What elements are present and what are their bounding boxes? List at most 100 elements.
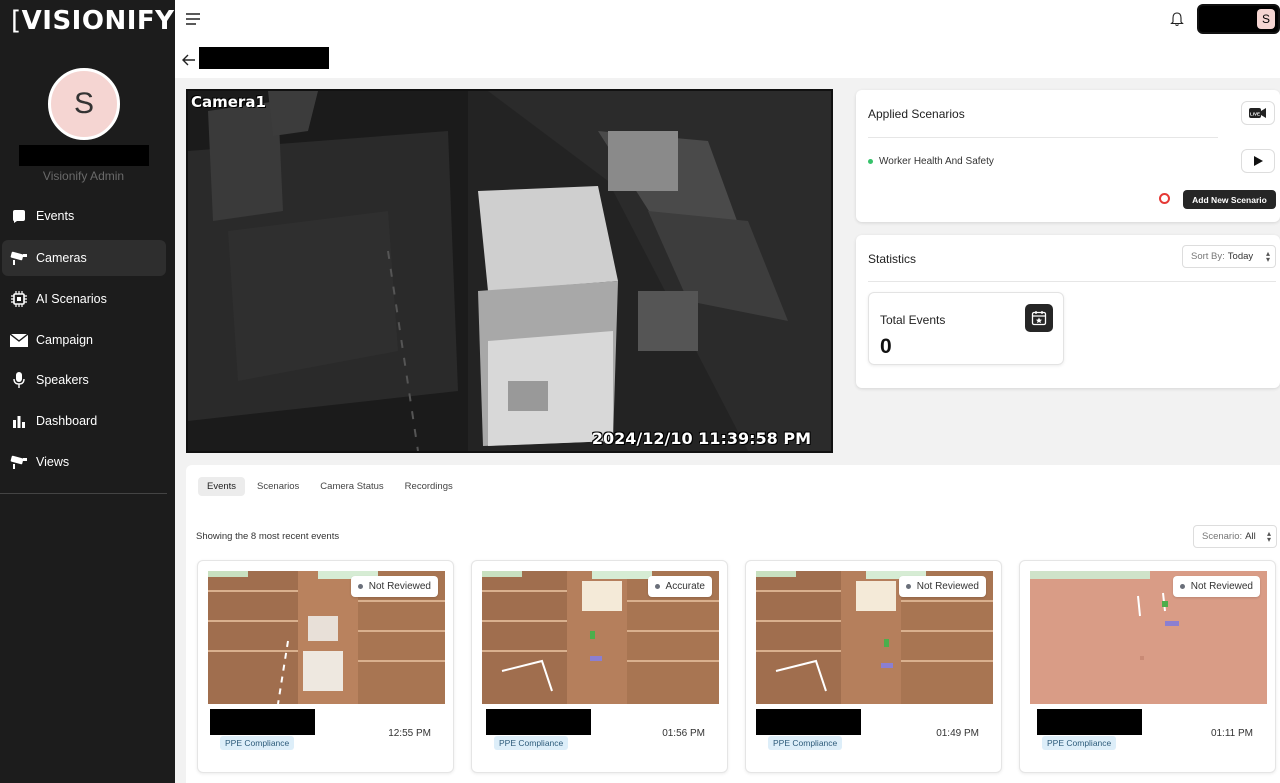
statistics-title: Statistics — [868, 252, 917, 266]
status-badge: Not Reviewed — [1172, 576, 1260, 597]
sort-by-value: Today — [1227, 251, 1254, 262]
scenario-filter-select[interactable]: Scenario: All ▴ ▾ — [1193, 525, 1277, 548]
scenario-filter-label: Scenario: — [1202, 531, 1243, 542]
event-thumbnail[interactable]: Not Reviewed — [208, 571, 445, 704]
camera-icon — [10, 249, 28, 267]
event-time: 01:11 PM — [1210, 728, 1253, 739]
camera-feed[interactable]: Camera1 2024/12/10 11:39:58 PM — [186, 89, 833, 453]
scenario-tag: PPE Compliance — [768, 736, 843, 750]
status-badge: Accurate — [647, 576, 712, 597]
back-arrow-icon[interactable] — [182, 53, 196, 66]
sidebar-item-dashboard[interactable]: Dashboard — [2, 403, 166, 439]
calendar-icon — [1025, 304, 1053, 332]
total-events-card: Total Events 0 — [868, 292, 1064, 365]
chevron-updown-icon: ▴ ▾ — [1265, 249, 1270, 264]
mail-icon — [10, 331, 28, 349]
camera-icon — [10, 453, 28, 471]
total-events-value: 0 — [880, 335, 892, 358]
events-section: Events Scenarios Camera Status Recording… — [186, 465, 1280, 783]
status-label: Not Reviewed — [1190, 581, 1253, 592]
scenario-tag: PPE Compliance — [1042, 736, 1117, 750]
user-menu-button[interactable]: S — [1197, 4, 1280, 34]
event-thumbnail[interactable]: Not Reviewed — [1030, 571, 1267, 704]
sort-by-label: Sort By: — [1191, 251, 1225, 262]
status-dot — [357, 584, 363, 589]
redacted-camera-name — [486, 709, 591, 735]
chip-icon — [10, 290, 28, 308]
event-card[interactable]: Accurate PPE Compliance 01:56 PM — [471, 560, 728, 773]
applied-scenarios-title: Applied Scenarios — [868, 107, 965, 121]
event-time: 01:49 PM — [936, 728, 979, 739]
applied-scenarios-panel: Applied Scenarios LIVE Worker Health And… — [856, 90, 1280, 222]
menu-icon[interactable] — [185, 12, 201, 26]
redacted-camera-name — [210, 709, 315, 735]
user-role: Visionify Admin — [42, 169, 125, 183]
logo-bracket-left: [ — [11, 6, 22, 36]
sidebar-item-ai-scenarios[interactable]: AI Scenarios — [2, 281, 166, 317]
event-card[interactable]: Not Reviewed PPE Compliance 01:11 PM — [1019, 560, 1276, 773]
sort-by-select[interactable]: Sort By: Today ▴ ▾ — [1182, 245, 1276, 268]
statistics-panel: Statistics Sort By: Today ▴ ▾ Total Events… — [856, 235, 1280, 388]
tab-scenarios[interactable]: Scenarios — [248, 477, 308, 496]
camera-feed-image — [188, 91, 831, 451]
total-events-label: Total Events — [880, 313, 946, 327]
divider — [868, 137, 1218, 138]
add-new-scenario-button[interactable]: Add New Scenario — [1183, 190, 1276, 209]
event-thumbnail[interactable]: Accurate — [482, 571, 719, 704]
camera-name-overlay: Camera1 — [191, 93, 266, 111]
bell-icon[interactable] — [1170, 11, 1184, 27]
sidebar-item-speakers[interactable]: Speakers — [2, 362, 166, 398]
status-dot — [1179, 584, 1185, 589]
bar-chart-icon — [10, 412, 28, 430]
sidebar-item-events[interactable]: Events — [2, 198, 166, 234]
avatar[interactable]: S — [48, 68, 120, 140]
camera-timestamp-overlay: 2024/12/10 11:39:58 PM — [591, 429, 811, 448]
status-badge: Not Reviewed — [350, 576, 438, 597]
redacted-camera-name — [756, 709, 861, 735]
scenario-item-label: Worker Health And Safety — [879, 156, 994, 167]
scenario-item[interactable]: Worker Health And Safety — [868, 156, 994, 167]
sidebar-item-label: Events — [36, 209, 75, 223]
sidebar: [VISIONIFY] S Visionify Admin Events Cam… — [0, 0, 185, 783]
sidebar-item-cameras[interactable]: Cameras — [2, 240, 166, 276]
sidebar-item-label: Dashboard — [36, 414, 98, 428]
live-view-button[interactable]: LIVE — [1241, 101, 1275, 125]
status-label: Not Reviewed — [368, 581, 431, 592]
sidebar-item-views[interactable]: Views — [2, 444, 166, 480]
sidebar-item-campaign[interactable]: Campaign — [2, 322, 166, 358]
scenario-filter-value: All — [1245, 531, 1256, 542]
live-camera-icon: LIVE — [1249, 108, 1266, 118]
user-initial: S — [1257, 9, 1275, 29]
status-dot — [654, 584, 660, 589]
event-card[interactable]: Not Reviewed PPE Compliance 12:55 PM — [197, 560, 454, 773]
divider — [868, 281, 1276, 282]
status-label: Not Reviewed — [916, 581, 979, 592]
status-label: Accurate — [665, 581, 705, 592]
redacted-camera-name — [1037, 709, 1142, 735]
scenario-status-dot — [868, 159, 873, 164]
redacted-username — [19, 145, 149, 166]
event-thumbnail[interactable]: Not Reviewed — [756, 571, 993, 704]
tab-recordings[interactable]: Recordings — [396, 477, 462, 496]
status-dot — [905, 584, 911, 589]
live-label: LIVE — [1250, 111, 1260, 116]
scenario-tag: PPE Compliance — [220, 736, 295, 750]
events-icon — [10, 207, 28, 225]
redacted-page-title — [199, 47, 329, 69]
tab-camera-status[interactable]: Camera Status — [311, 477, 392, 496]
play-icon — [1254, 156, 1263, 166]
event-time: 01:56 PM — [662, 728, 705, 739]
tab-events[interactable]: Events — [198, 477, 246, 496]
scenario-tag: PPE Compliance — [494, 736, 569, 750]
play-scenario-button[interactable] — [1241, 149, 1275, 173]
chevron-updown-icon: ▴ ▾ — [1266, 529, 1271, 544]
event-card[interactable]: Not Reviewed PPE Compliance 01:49 PM — [745, 560, 1002, 773]
sidebar-item-label: Views — [36, 455, 70, 469]
topbar: S — [175, 0, 1280, 78]
status-badge: Not Reviewed — [898, 576, 986, 597]
sidebar-item-label: Cameras — [36, 251, 87, 265]
record-indicator-icon[interactable] — [1159, 193, 1170, 204]
logo[interactable]: [VISIONIFY] — [11, 6, 185, 36]
logo-text: VISIONIFY — [21, 6, 175, 36]
microphone-icon — [10, 371, 28, 389]
